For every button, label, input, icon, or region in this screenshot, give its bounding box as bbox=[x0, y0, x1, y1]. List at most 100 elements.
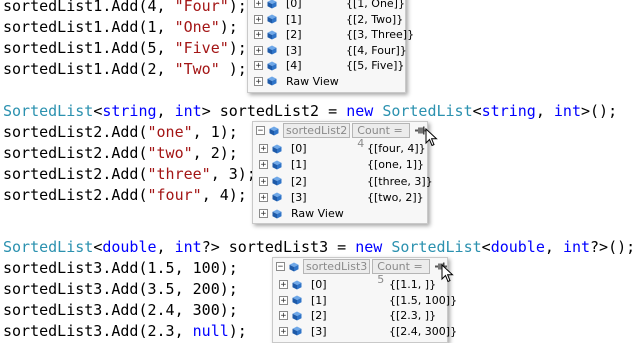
code-token: "three" bbox=[147, 165, 211, 183]
code-token: "two" bbox=[147, 144, 193, 162]
expand-icon[interactable]: + bbox=[279, 311, 288, 321]
expand-icon[interactable]: + bbox=[254, 76, 263, 86]
expand-icon[interactable]: + bbox=[254, 14, 263, 24]
cube-icon bbox=[269, 126, 279, 135]
expand-icon[interactable]: − bbox=[276, 262, 285, 272]
code-line[interactable]: sortedList3.Add(2.3, null); bbox=[3, 320, 247, 342]
code-token: sortedList1.Add(5, bbox=[3, 39, 175, 57]
expand-icon[interactable]: − bbox=[256, 126, 265, 136]
code-token: , bbox=[544, 238, 563, 256]
code-token: int bbox=[174, 102, 202, 120]
datatip-row[interactable]: + [0] {[1.1, ]} bbox=[279, 276, 443, 293]
code-token: string bbox=[481, 102, 536, 120]
datatip-row[interactable]: + [2] {[2.3, ]} bbox=[279, 307, 443, 324]
datatip-count: Count = 4 bbox=[352, 123, 410, 150]
cube-icon bbox=[267, 14, 277, 24]
datatip-row[interactable]: + Raw View bbox=[254, 73, 401, 90]
code-line[interactable]: sortedList3.Add(3.5, 200); bbox=[3, 278, 238, 300]
datatip-row-value: {[four, 4]} bbox=[367, 142, 426, 155]
code-token: sortedList1.Add(1, bbox=[3, 18, 175, 36]
cube-icon bbox=[292, 280, 302, 289]
code-token: , 1); bbox=[192, 123, 238, 141]
code-line[interactable]: sortedList1.Add(1, "One"); bbox=[3, 16, 238, 38]
datatip-row[interactable]: + [1] {[2, Two]} bbox=[254, 11, 404, 28]
datatip-row[interactable]: + Raw View bbox=[259, 205, 423, 222]
datatip-row[interactable]: + [1] {[one, 1]} bbox=[259, 156, 424, 173]
expand-icon[interactable]: + bbox=[259, 176, 268, 186]
code-token: double bbox=[490, 238, 545, 256]
datatip-row[interactable]: + [4] {[5, Five]} bbox=[254, 57, 404, 74]
code-token: , bbox=[535, 102, 554, 120]
code-line[interactable]: sortedList3.Add(2.4, 300); bbox=[3, 299, 238, 321]
code-token: double bbox=[102, 238, 157, 256]
datatip-row-name: [1] bbox=[311, 293, 327, 307]
code-token: sortedList1.Add(4, bbox=[3, 0, 175, 15]
cube-icon bbox=[267, 76, 277, 86]
code-line[interactable]: sortedList2.Add("three", 3); bbox=[3, 163, 256, 185]
expand-icon[interactable]: + bbox=[259, 209, 268, 219]
expand-icon[interactable]: + bbox=[279, 280, 288, 290]
cube-icon bbox=[289, 262, 299, 271]
datatip-row-value: {[1.1, ]} bbox=[389, 278, 437, 291]
code-line[interactable]: sortedList1.Add(2, "Two" ); bbox=[3, 58, 247, 80]
code-token: "Five" bbox=[174, 39, 229, 57]
expand-icon[interactable]: + bbox=[259, 160, 268, 170]
expand-icon[interactable]: + bbox=[254, 0, 263, 9]
datatip-row[interactable]: + [2] {[three, 3]} bbox=[259, 173, 433, 190]
code-line[interactable]: sortedList2.Add("one", 1); bbox=[3, 121, 238, 143]
code-line[interactable]: sortedList1.Add(5, "Five"); bbox=[3, 37, 247, 59]
code-line[interactable]: SortedList<double, int?> sortedList3 = n… bbox=[3, 236, 635, 258]
datatip-sortedlist1: + [0] {[1, One]} + [1] {[2, Two]} + [2] {[3, Thr… bbox=[247, 0, 414, 93]
datatip-row[interactable]: + [1] {[1.5, 100]} bbox=[279, 292, 457, 309]
code-line[interactable]: sortedList2.Add("four", 4); bbox=[3, 184, 247, 206]
datatip-row[interactable]: + [0] {[four, 4]} bbox=[259, 140, 426, 157]
datatip-row-name: [1] bbox=[291, 158, 307, 172]
cube-icon bbox=[272, 176, 282, 186]
code-token: new bbox=[346, 102, 374, 120]
expand-icon[interactable]: + bbox=[279, 326, 288, 336]
cube-icon bbox=[267, 45, 277, 55]
expand-icon[interactable]: + bbox=[254, 61, 263, 71]
datatip-row-value: {[2.3, ]} bbox=[389, 309, 437, 322]
expand-icon[interactable]: + bbox=[279, 295, 288, 305]
datatip-variable-name: sortedList2 bbox=[283, 123, 351, 138]
code-token: sortedList3.Add(2.3, bbox=[3, 322, 193, 340]
code-token: int bbox=[562, 238, 591, 256]
datatip-row[interactable]: + [2] {[3, Three]} bbox=[254, 26, 414, 43]
datatip-row-name: [2] bbox=[291, 174, 307, 188]
datatip-row[interactable]: + [3] {[2.4, 300]} bbox=[279, 323, 457, 340]
code-token: < bbox=[93, 102, 103, 120]
code-token: sortedList1.Add(2, bbox=[3, 60, 175, 78]
datatip-row-value: {[2.4, 300]} bbox=[389, 324, 458, 338]
code-token: int bbox=[553, 102, 581, 120]
datatip-row-value: {[4, Four]} bbox=[346, 43, 407, 57]
code-token: SortedList bbox=[391, 238, 482, 256]
expand-icon[interactable]: + bbox=[259, 144, 268, 154]
cube-icon bbox=[267, 61, 277, 70]
datatip-row-value: {[three, 3]} bbox=[367, 174, 433, 188]
code-token: ?>(); bbox=[590, 238, 636, 256]
cube-icon bbox=[267, 30, 277, 39]
datatip-row-value: {[two, 2]} bbox=[367, 190, 424, 204]
datatip-row[interactable]: + [3] {[4, Four]} bbox=[254, 42, 407, 59]
code-token: SortedList bbox=[382, 102, 473, 120]
datatip-row[interactable]: + [3] {[two, 2]} bbox=[259, 189, 424, 206]
code-line[interactable]: sortedList2.Add("two", 2); bbox=[3, 142, 238, 164]
datatip-header: − sortedList2 Count = 4 bbox=[253, 122, 427, 150]
expand-icon[interactable]: + bbox=[254, 30, 263, 40]
datatip-row-value: {[1, One]} bbox=[346, 0, 405, 10]
cube-icon bbox=[292, 326, 302, 336]
code-line[interactable]: SortedList<string, int> sortedList2 = ne… bbox=[3, 100, 617, 122]
code-token: < bbox=[93, 238, 103, 256]
expand-icon[interactable]: + bbox=[254, 45, 263, 55]
code-line[interactable]: sortedList1.Add(4, "Four"); bbox=[3, 0, 247, 17]
datatip-row-value: {[2, Two]} bbox=[346, 12, 404, 26]
datatip-row-name: [0] bbox=[286, 0, 302, 10]
code-token: ); bbox=[219, 18, 238, 36]
code-line[interactable]: sortedList3.Add(1.5, 100); bbox=[3, 257, 238, 279]
code-token: , 2); bbox=[192, 144, 238, 162]
code-token: >(); bbox=[581, 102, 618, 120]
expand-icon[interactable]: + bbox=[259, 192, 268, 202]
code-token: sortedList2.Add( bbox=[3, 123, 148, 141]
